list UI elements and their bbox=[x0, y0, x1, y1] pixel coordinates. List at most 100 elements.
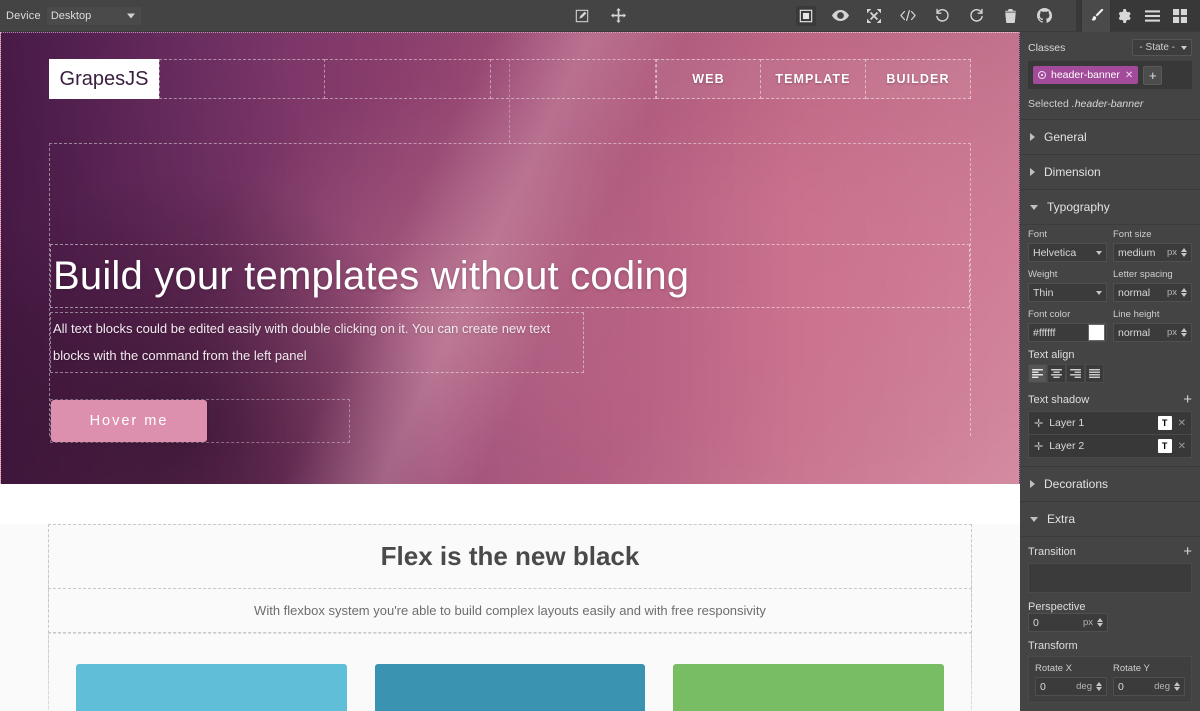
nav-item-template[interactable]: TEMPLATE bbox=[761, 59, 866, 99]
line-height-unit[interactable]: px bbox=[1167, 327, 1179, 338]
add-class-button[interactable]: + bbox=[1143, 66, 1162, 85]
hero-content[interactable]: Build your templates without coding All … bbox=[49, 143, 971, 436]
section-extra-label: Extra bbox=[1047, 512, 1075, 526]
chevron-right-icon bbox=[1030, 168, 1035, 176]
device-select-wrap[interactable]: Desktop bbox=[47, 7, 141, 25]
classes-container[interactable]: header-banner ✕ + bbox=[1028, 61, 1192, 89]
perspective-input[interactable]: 0 px bbox=[1028, 613, 1108, 632]
text-align-label: Text align bbox=[1028, 349, 1074, 361]
align-justify-icon[interactable] bbox=[1085, 364, 1104, 383]
flex-section[interactable]: Flex is the new black With flexbox syste… bbox=[0, 524, 1020, 711]
close-icon[interactable]: ✕ bbox=[1178, 418, 1186, 429]
blocks-icon[interactable] bbox=[1166, 0, 1194, 32]
line-height-stepper[interactable] bbox=[1181, 328, 1187, 337]
nav-item-web[interactable]: WEB bbox=[656, 59, 761, 99]
perspective-unit[interactable]: px bbox=[1083, 617, 1095, 628]
fullscreen-icon[interactable] bbox=[864, 6, 884, 26]
class-tag-label: header-banner bbox=[1051, 69, 1120, 81]
add-transition-button[interactable]: + bbox=[1183, 544, 1192, 559]
font-select[interactable]: Helvetica bbox=[1028, 243, 1107, 262]
weight-row: Weight Thin Letter spacing normal px bbox=[1028, 269, 1192, 302]
section-general[interactable]: General bbox=[1020, 119, 1200, 154]
card-2[interactable] bbox=[375, 664, 646, 711]
hover-me-button[interactable]: Hover me bbox=[51, 400, 207, 442]
rotate-y-unit[interactable]: deg bbox=[1154, 681, 1172, 692]
device-select[interactable]: Desktop bbox=[47, 7, 141, 25]
section-extra[interactable]: Extra bbox=[1020, 501, 1200, 536]
checkmark-icon[interactable] bbox=[1038, 71, 1046, 79]
align-left-icon[interactable] bbox=[1028, 364, 1047, 383]
text-shadow-layer[interactable]: ✛ Layer 1 T ✕ bbox=[1029, 412, 1191, 435]
device-select-value: Desktop bbox=[51, 10, 91, 22]
selected-value: .header-banner bbox=[1072, 98, 1144, 110]
align-right-icon[interactable] bbox=[1066, 364, 1085, 383]
font-size-input[interactable]: medium px bbox=[1113, 243, 1192, 262]
trash-icon[interactable] bbox=[1000, 6, 1020, 26]
perspective-stepper[interactable] bbox=[1097, 618, 1103, 627]
layers-icon[interactable] bbox=[1138, 0, 1166, 32]
font-size-value: medium bbox=[1118, 247, 1167, 259]
transition-label: Transition bbox=[1028, 546, 1076, 558]
add-text-shadow-button[interactable]: + bbox=[1183, 392, 1192, 407]
flex-title[interactable]: Flex is the new black bbox=[48, 524, 972, 589]
font-label: Font bbox=[1028, 229, 1107, 240]
canvas-frame[interactable]: GrapesJS WEB TEMPLATE BUILDER Build your… bbox=[0, 32, 1020, 711]
state-select[interactable]: - State - bbox=[1132, 39, 1192, 56]
rotate-y-stepper[interactable] bbox=[1174, 682, 1180, 691]
section-decorations[interactable]: Decorations bbox=[1020, 466, 1200, 501]
font-color-input[interactable]: #ffffff bbox=[1028, 323, 1107, 342]
rotate-x-field: Rotate X 0 deg bbox=[1035, 663, 1107, 696]
line-height-label: Line height bbox=[1113, 309, 1192, 320]
weight-select[interactable]: Thin bbox=[1028, 283, 1107, 302]
font-size-unit[interactable]: px bbox=[1167, 247, 1179, 258]
editor-body: GrapesJS WEB TEMPLATE BUILDER Build your… bbox=[0, 32, 1200, 711]
cards-row bbox=[48, 633, 972, 711]
card-3[interactable] bbox=[673, 664, 944, 711]
hero-paragraph[interactable]: All text blocks could be edited easily w… bbox=[50, 312, 584, 373]
color-row: Font color #ffffff Line height normal px bbox=[1028, 309, 1192, 342]
font-row: Font Helvetica Font size medium px bbox=[1028, 229, 1192, 262]
borders-icon[interactable] bbox=[796, 6, 816, 26]
class-tag-header-banner[interactable]: header-banner ✕ bbox=[1033, 66, 1138, 84]
move-icon[interactable] bbox=[608, 6, 628, 26]
edit-icon[interactable] bbox=[572, 6, 592, 26]
section-typography[interactable]: Typography bbox=[1020, 189, 1200, 224]
rotate-x-unit[interactable]: deg bbox=[1076, 681, 1094, 692]
text-shadow-layer[interactable]: ✛ Layer 2 T ✕ bbox=[1029, 435, 1191, 457]
rotate-y-input[interactable]: 0 deg bbox=[1113, 677, 1185, 696]
redo-icon[interactable] bbox=[966, 6, 986, 26]
drag-handle-icon[interactable]: ✛ bbox=[1034, 440, 1043, 453]
section-dimension[interactable]: Dimension bbox=[1020, 154, 1200, 189]
logo[interactable]: GrapesJS bbox=[49, 59, 159, 99]
transition-layers[interactable] bbox=[1028, 563, 1192, 593]
rotate-x-stepper[interactable] bbox=[1096, 682, 1102, 691]
card-1[interactable] bbox=[76, 664, 347, 711]
align-center-icon[interactable] bbox=[1047, 364, 1066, 383]
drag-handle-icon[interactable]: ✛ bbox=[1034, 417, 1043, 430]
gear-icon[interactable] bbox=[1110, 0, 1138, 32]
section-general-label: General bbox=[1044, 130, 1087, 144]
brush-icon[interactable] bbox=[1082, 0, 1110, 32]
letter-spacing-unit[interactable]: px bbox=[1167, 287, 1179, 298]
eye-icon[interactable] bbox=[830, 6, 850, 26]
close-icon[interactable]: ✕ bbox=[1125, 70, 1133, 81]
hero-headline[interactable]: Build your templates without coding bbox=[50, 244, 970, 308]
code-icon[interactable] bbox=[898, 6, 918, 26]
hero-banner[interactable]: GrapesJS WEB TEMPLATE BUILDER Build your… bbox=[0, 32, 1020, 484]
color-swatch[interactable] bbox=[1088, 324, 1105, 341]
chevron-down-icon bbox=[1030, 517, 1038, 522]
font-size-stepper[interactable] bbox=[1181, 248, 1187, 257]
font-size-field: Font size medium px bbox=[1113, 229, 1192, 262]
logo-text: GrapesJS bbox=[60, 68, 149, 91]
undo-icon[interactable] bbox=[932, 6, 952, 26]
layer-label: Layer 1 bbox=[1049, 417, 1151, 429]
github-icon[interactable] bbox=[1034, 6, 1054, 26]
nav-item-builder[interactable]: BUILDER bbox=[866, 59, 971, 99]
letter-spacing-stepper[interactable] bbox=[1181, 288, 1187, 297]
rotate-x-input[interactable]: 0 deg bbox=[1035, 677, 1107, 696]
close-icon[interactable]: ✕ bbox=[1178, 441, 1186, 452]
flex-subtitle[interactable]: With flexbox system you're able to build… bbox=[48, 588, 972, 633]
line-height-input[interactable]: normal px bbox=[1113, 323, 1192, 342]
letter-spacing-input[interactable]: normal px bbox=[1113, 283, 1192, 302]
text-shadow-label: Text shadow bbox=[1028, 394, 1089, 406]
